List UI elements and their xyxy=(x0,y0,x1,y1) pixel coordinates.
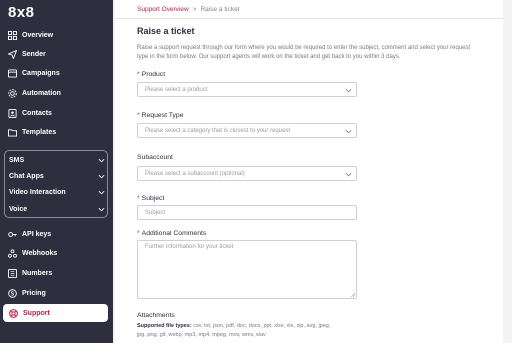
sidebar-item-label: Campaigns xyxy=(22,69,60,77)
sidebar-item-contacts[interactable]: Contacts xyxy=(2,104,110,122)
comments-label: * Additional Comments xyxy=(137,230,207,237)
chevron-down-icon xyxy=(98,157,105,164)
sidebar-item-numbers[interactable]: Numbers xyxy=(2,264,110,282)
subject-label: * Subject xyxy=(137,195,165,202)
comments-textarea[interactable]: Further information for your ticket xyxy=(137,240,357,299)
subject-placeholder: Subject xyxy=(145,209,166,216)
sidebar-item-overview[interactable]: Overview xyxy=(2,26,110,44)
sidebar-item-automation[interactable]: Automation xyxy=(2,84,110,102)
required-marker: * xyxy=(137,230,140,237)
required-marker: * xyxy=(137,71,140,78)
sidebar-group-label: SMS xyxy=(9,156,25,164)
sidebar-item-label: Webhooks xyxy=(22,249,58,257)
sidebar-group-voice[interactable]: Voice xyxy=(9,201,109,217)
sidebar-item-label: Sender xyxy=(22,50,46,58)
pricing-icon xyxy=(8,288,17,298)
sidebar-item-campaigns[interactable]: Campaigns xyxy=(2,64,110,82)
request-type-select[interactable]: Please select a category that is closest… xyxy=(137,123,357,138)
page-title: Raise a ticket xyxy=(137,26,195,36)
product-select[interactable]: Please select a product xyxy=(137,82,357,97)
sidebar-item-templates[interactable]: Templates xyxy=(2,123,110,141)
automation-icon xyxy=(8,88,17,98)
grid-icon xyxy=(8,30,17,40)
sidebar-item-webhooks[interactable]: Webhooks xyxy=(2,244,110,262)
sidebar-item-label: Contacts xyxy=(22,109,52,117)
sidebar-item-label: Pricing xyxy=(22,289,46,297)
sidebar-item-pricing[interactable]: Pricing xyxy=(2,284,110,302)
key-icon xyxy=(8,230,17,239)
product-label: * Product xyxy=(137,71,166,78)
file-types-line-2: jpg, png, gif, webp, mp3, mp4, mpeg, mov… xyxy=(137,332,266,338)
chevron-down-icon xyxy=(345,87,352,94)
subaccount-placeholder: Please select a subaccount (optional) xyxy=(145,170,245,177)
sidebar-group-label: Video Interaction xyxy=(9,188,66,196)
attachments-label: Attachments xyxy=(137,312,175,319)
product-placeholder: Please select a product xyxy=(145,86,208,93)
sidebar-item-label: Templates xyxy=(22,128,57,136)
send-icon xyxy=(8,49,17,59)
folder-icon xyxy=(8,128,17,137)
sidebar-group-label: Chat Apps xyxy=(9,172,44,180)
webhook-icon xyxy=(8,248,17,258)
sidebar-group-video-interaction[interactable]: Video Interaction xyxy=(9,184,109,200)
breadcrumb: Support Overview > Raise a ticket xyxy=(137,6,240,13)
required-marker: * xyxy=(137,112,140,119)
logo[interactable]: 8x8 xyxy=(8,4,35,21)
chevron-down-icon xyxy=(98,206,105,213)
file-types-line-1: csv, txt, json, pdf, doc, docx, ppt, xls… xyxy=(193,323,331,329)
sidebar-item-label: Numbers xyxy=(22,269,53,277)
support-icon xyxy=(9,308,18,318)
subaccount-select[interactable]: Please select a subaccount (optional) xyxy=(137,166,357,181)
breadcrumb-separator: > xyxy=(192,6,197,13)
chevron-down-icon xyxy=(345,171,352,178)
sidebar: 8x8 Overview Sender Campaigns Automation… xyxy=(0,0,113,343)
file-types-heading: Supported file types: xyxy=(137,323,192,329)
chevron-down-icon xyxy=(98,173,105,180)
supported-file-types: Supported file types: csv, txt, json, pd… xyxy=(137,322,397,340)
numbers-icon xyxy=(8,268,17,278)
breadcrumb-link-support-overview[interactable]: Support Overview xyxy=(137,6,189,13)
chevron-down-icon xyxy=(98,189,105,196)
sidebar-item-support[interactable]: Support xyxy=(3,304,108,322)
sidebar-item-label: Automation xyxy=(22,89,61,97)
ticket-panel: Support Overview > Raise a ticket Raise … xyxy=(115,0,503,343)
sidebar-group-sms[interactable]: SMS xyxy=(9,152,109,168)
request-type-placeholder: Please select a category that is closest… xyxy=(145,127,291,134)
sidebar-item-label: Overview xyxy=(22,31,54,39)
comments-placeholder: Further information for your ticket xyxy=(145,244,234,250)
subaccount-label: Subaccount xyxy=(137,154,173,161)
campaigns-icon xyxy=(8,68,17,78)
contacts-icon xyxy=(8,108,17,118)
sidebar-group-label: Voice xyxy=(9,205,28,213)
header-divider xyxy=(115,18,503,19)
resize-handle-icon[interactable] xyxy=(350,292,356,298)
subject-input[interactable]: Subject xyxy=(137,205,357,220)
sidebar-item-label: Support xyxy=(23,309,50,317)
chevron-down-icon xyxy=(345,128,352,135)
request-type-label: * Request Type xyxy=(137,112,184,119)
channel-group: SMS Chat Apps Video Interaction Voice xyxy=(4,150,108,218)
page-intro: Raise a support request through our form… xyxy=(137,45,471,60)
sidebar-group-chat-apps[interactable]: Chat Apps xyxy=(9,168,109,184)
breadcrumb-current: Raise a ticket xyxy=(200,6,240,13)
sidebar-item-sender[interactable]: Sender xyxy=(2,45,110,63)
sidebar-item-api-keys[interactable]: API keys xyxy=(2,225,110,243)
main-content: Support Overview > Raise a ticket Raise … xyxy=(115,0,512,343)
required-marker: * xyxy=(137,195,140,202)
sidebar-item-label: API keys xyxy=(22,230,52,238)
